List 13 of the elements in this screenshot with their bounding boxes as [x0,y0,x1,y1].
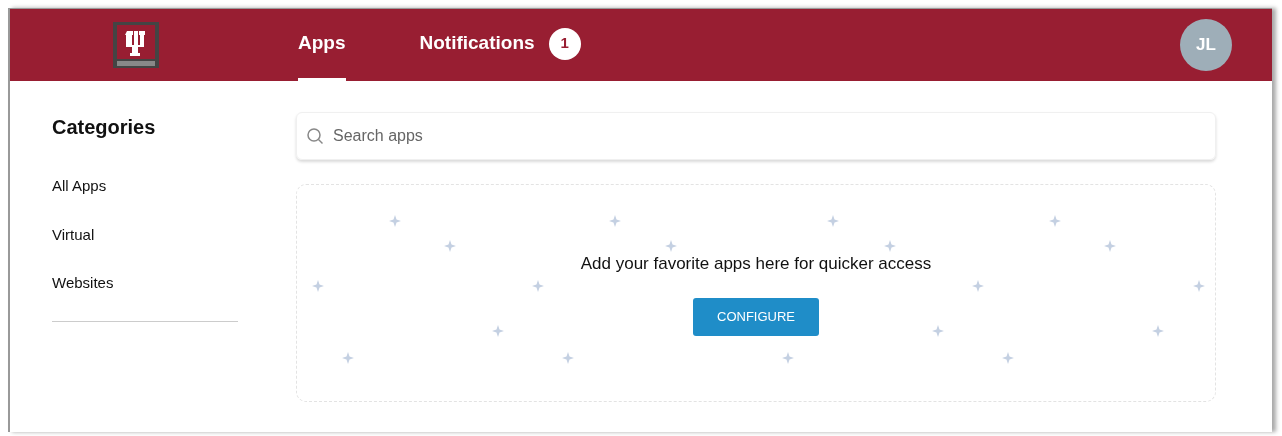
category-link[interactable]: Websites [52,272,114,295]
search-field[interactable]: Search apps [296,112,1216,160]
nav-tab[interactable]: Apps [298,9,346,81]
category-link[interactable]: All Apps [52,175,107,198]
sidebar-title: Categories [52,115,157,139]
search-icon [306,127,324,145]
nav-tab[interactable]: Notifications 1 [419,9,581,81]
configure-button[interactable]: CONFIGURE [693,298,819,336]
tab-label: Notifications [419,31,535,56]
logo-icon[interactable] [112,21,160,69]
notification-count: 1 [548,27,581,60]
favorites-message: Add your favorite apps here for quicker access [580,252,932,275]
category-link[interactable]: Virtual [52,223,95,246]
